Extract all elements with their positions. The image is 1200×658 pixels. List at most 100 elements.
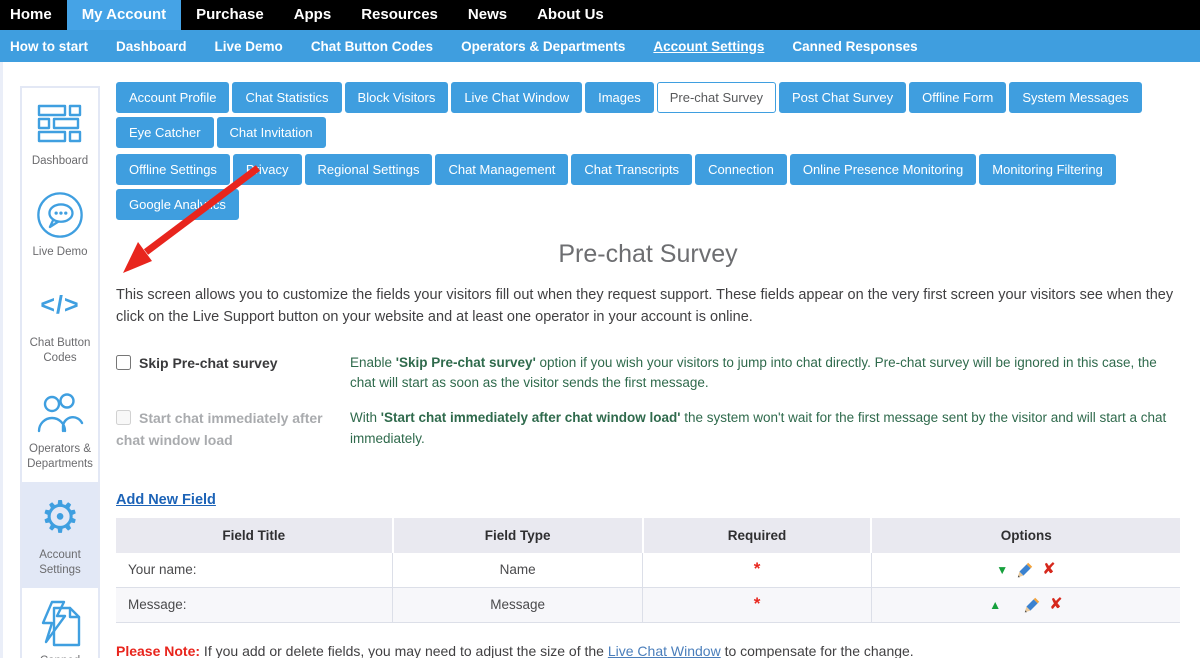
field-type-cell: Name bbox=[393, 553, 643, 588]
tab-google-analytics[interactable]: Google Analytics bbox=[116, 189, 239, 220]
subnav-how-to-start[interactable]: How to start bbox=[0, 39, 102, 54]
nav-resources[interactable]: Resources bbox=[346, 0, 453, 30]
delete-field-icon[interactable]: ✘ bbox=[1042, 563, 1055, 577]
table-row: Message: Message * ▲ bbox=[116, 587, 1180, 622]
edit-pencil-icon[interactable] bbox=[1017, 562, 1033, 578]
tab-online-presence-monitoring[interactable]: Online Presence Monitoring bbox=[790, 154, 976, 185]
page-body: Dashboard Live Demo </> bbox=[0, 62, 1200, 658]
field-title-cell: Your name: bbox=[116, 553, 393, 588]
delete-field-icon[interactable]: ✘ bbox=[1049, 598, 1062, 612]
page-title: Pre-chat Survey bbox=[116, 240, 1180, 269]
tab-regional-settings[interactable]: Regional Settings bbox=[305, 154, 433, 185]
nav-news[interactable]: News bbox=[453, 0, 522, 30]
desc-text: Enable bbox=[350, 355, 396, 370]
sidebar-item-label: Account Settings bbox=[24, 548, 96, 578]
subnav-account-settings[interactable]: Account Settings bbox=[639, 39, 778, 54]
tab-offline-form[interactable]: Offline Form bbox=[909, 82, 1006, 113]
col-options: Options bbox=[871, 518, 1180, 553]
sub-navigation: How to start Dashboard Live Demo Chat Bu… bbox=[0, 30, 1200, 62]
live-chat-window-link[interactable]: Live Chat Window bbox=[608, 643, 721, 658]
tab-privacy[interactable]: Privacy bbox=[233, 154, 302, 185]
desc-bold-text: 'Skip Pre-chat survey' bbox=[396, 355, 536, 370]
col-field-title: Field Title bbox=[116, 518, 393, 553]
gear-icon: ⚙ bbox=[40, 494, 79, 542]
subnav-live-demo[interactable]: Live Demo bbox=[201, 39, 297, 54]
sidebar-item-dashboard[interactable]: Dashboard bbox=[22, 88, 98, 179]
required-asterisk: * bbox=[754, 559, 761, 578]
start-chat-label: Start chat immediately after chat window… bbox=[116, 408, 334, 451]
tab-eye-catcher[interactable]: Eye Catcher bbox=[116, 117, 214, 148]
sidebar-item-operators-departments[interactable]: Operators & Departments bbox=[22, 376, 98, 482]
code-icon: </> bbox=[40, 282, 79, 330]
settings-tabs-row1: Account Profile Chat Statistics Block Vi… bbox=[116, 82, 1180, 148]
skip-survey-checkbox[interactable] bbox=[116, 355, 131, 370]
intro-text: This screen allows you to customize the … bbox=[116, 285, 1180, 329]
subnav-chat-button-codes[interactable]: Chat Button Codes bbox=[297, 39, 447, 54]
skip-survey-row: Skip Pre-chat survey Enable 'Skip Pre-ch… bbox=[116, 353, 1180, 395]
subnav-dashboard[interactable]: Dashboard bbox=[102, 39, 201, 54]
nav-home[interactable]: Home bbox=[0, 0, 67, 30]
tab-block-visitors[interactable]: Block Visitors bbox=[345, 82, 449, 113]
move-down-icon[interactable]: ▼ bbox=[996, 563, 1008, 577]
nav-purchase[interactable]: Purchase bbox=[181, 0, 279, 30]
tab-chat-transcripts[interactable]: Chat Transcripts bbox=[571, 154, 692, 185]
note-text: If you add or delete fields, you may nee… bbox=[200, 643, 608, 658]
table-header-row: Field Title Field Type Required Options bbox=[116, 518, 1180, 553]
settings-tabs-row2: Offline Settings Privacy Regional Settin… bbox=[116, 154, 1180, 220]
sidebar: Dashboard Live Demo </> bbox=[20, 86, 100, 658]
required-asterisk: * bbox=[754, 594, 761, 613]
sidebar-item-live-demo[interactable]: Live Demo bbox=[22, 179, 98, 270]
edit-pencil-icon[interactable] bbox=[1024, 597, 1040, 613]
nav-my-account[interactable]: My Account bbox=[67, 0, 181, 30]
sidebar-item-chat-button-codes[interactable]: </> Chat Button Codes bbox=[22, 270, 98, 376]
note-text: to compensate for the change. bbox=[721, 643, 914, 658]
please-note: Please Note: If you add or delete fields… bbox=[116, 643, 1180, 658]
fields-table: Field Title Field Type Required Options … bbox=[116, 518, 1180, 623]
field-type-cell: Message bbox=[393, 587, 643, 622]
sidebar-item-label: Dashboard bbox=[32, 154, 88, 169]
start-chat-row: Start chat immediately after chat window… bbox=[116, 408, 1180, 451]
tab-account-profile[interactable]: Account Profile bbox=[116, 82, 229, 113]
skip-survey-label-text: Skip Pre-chat survey bbox=[139, 355, 278, 371]
tab-pre-chat-survey[interactable]: Pre-chat Survey bbox=[657, 82, 776, 113]
start-chat-checkbox[interactable] bbox=[116, 410, 131, 425]
tab-system-messages[interactable]: System Messages bbox=[1009, 82, 1141, 113]
sidebar-item-canned-responses[interactable]: Canned Responses bbox=[22, 588, 98, 658]
top-navigation: Home My Account Purchase Apps Resources … bbox=[0, 0, 1200, 30]
move-up-icon[interactable]: ▲ bbox=[989, 598, 1001, 612]
sidebar-item-account-settings[interactable]: ⚙ Account Settings bbox=[22, 482, 98, 588]
tab-post-chat-survey[interactable]: Post Chat Survey bbox=[779, 82, 906, 113]
desc-bold-text: 'Start chat immediately after chat windo… bbox=[381, 410, 681, 425]
table-row: Your name: Name * ▼ bbox=[116, 553, 1180, 588]
tab-chat-invitation[interactable]: Chat Invitation bbox=[217, 117, 326, 148]
tab-offline-settings[interactable]: Offline Settings bbox=[116, 154, 230, 185]
col-required: Required bbox=[643, 518, 872, 553]
survey-options: Skip Pre-chat survey Enable 'Skip Pre-ch… bbox=[116, 353, 1180, 452]
skip-survey-label: Skip Pre-chat survey bbox=[116, 353, 334, 395]
live-demo-icon bbox=[35, 191, 85, 239]
tab-connection[interactable]: Connection bbox=[695, 154, 787, 185]
subnav-canned-responses[interactable]: Canned Responses bbox=[778, 39, 931, 54]
dashboard-icon bbox=[37, 100, 83, 148]
field-title-cell: Message: bbox=[116, 587, 393, 622]
add-new-field-link[interactable]: Add New Field bbox=[116, 492, 216, 508]
main-content: Account Profile Chat Statistics Block Vi… bbox=[100, 62, 1200, 658]
sidebar-item-label: Canned Responses bbox=[24, 654, 96, 658]
nav-apps[interactable]: Apps bbox=[279, 0, 347, 30]
sidebar-item-label: Operators & Departments bbox=[24, 442, 96, 472]
please-note-label: Please Note: bbox=[116, 643, 200, 658]
col-field-type: Field Type bbox=[393, 518, 643, 553]
sidebar-item-label: Live Demo bbox=[33, 245, 88, 260]
nav-about-us[interactable]: About Us bbox=[522, 0, 619, 30]
tab-images[interactable]: Images bbox=[585, 82, 654, 113]
tab-monitoring-filtering[interactable]: Monitoring Filtering bbox=[979, 154, 1116, 185]
operators-icon bbox=[36, 388, 84, 436]
canned-responses-icon bbox=[37, 600, 83, 648]
start-chat-label-text: Start chat immediately after chat window… bbox=[116, 410, 323, 448]
start-chat-description: With 'Start chat immediately after chat … bbox=[350, 408, 1180, 451]
subnav-operators-departments[interactable]: Operators & Departments bbox=[447, 39, 639, 54]
tab-chat-management[interactable]: Chat Management bbox=[435, 154, 568, 185]
tab-chat-statistics[interactable]: Chat Statistics bbox=[232, 82, 341, 113]
sidebar-item-label: Chat Button Codes bbox=[24, 336, 96, 366]
tab-live-chat-window[interactable]: Live Chat Window bbox=[451, 82, 582, 113]
